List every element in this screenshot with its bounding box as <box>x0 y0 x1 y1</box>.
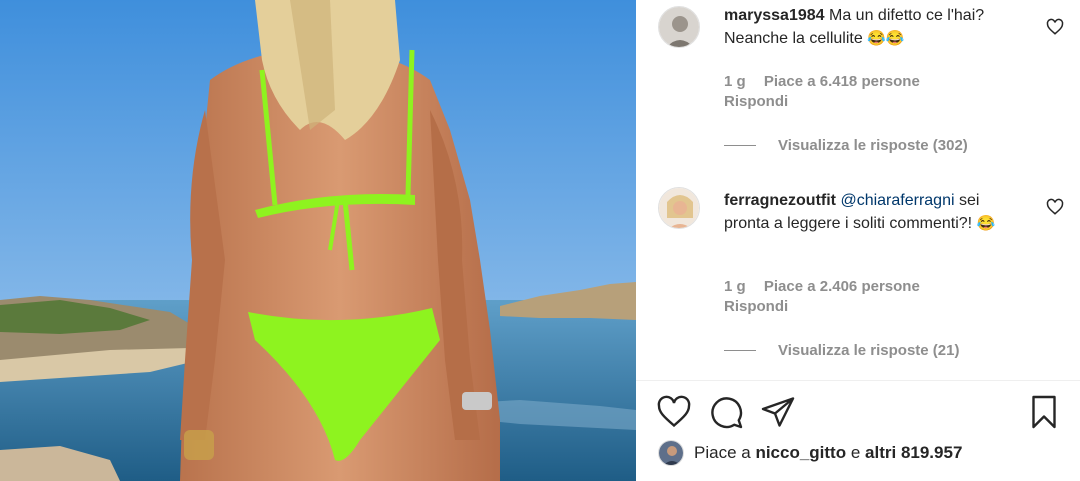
beach-photo-illustration <box>0 0 636 481</box>
heart-icon[interactable] <box>656 394 692 430</box>
view-replies-label: Visualizza le risposte (21) <box>778 342 960 359</box>
comments-panel: maryssa1984 Ma un difetto ce l'hai? Nean… <box>636 0 1080 481</box>
emoji-laugh-icon: 😂 <box>976 215 996 232</box>
comment-icon[interactable] <box>708 394 744 430</box>
user-avatar-icon <box>659 441 683 465</box>
view-replies-label: Visualizza le risposte (302) <box>778 137 968 154</box>
likes-connector: e <box>850 443 861 462</box>
comment-meta: 1 g Piace a 2.406 persone <box>724 278 934 295</box>
avatar[interactable] <box>658 6 700 48</box>
heart-icon[interactable] <box>1046 18 1064 36</box>
comment-username[interactable]: maryssa1984 <box>724 7 825 24</box>
emoji-laugh-icon: 😂😂 <box>867 30 905 47</box>
section-divider <box>636 380 1080 381</box>
likes-user[interactable]: nicco_gitto <box>755 443 846 463</box>
comment-likes[interactable]: Piace a 6.418 persone <box>764 73 920 90</box>
reply-button[interactable]: Rispondi <box>724 298 788 315</box>
divider-line <box>724 350 756 351</box>
paper-plane-icon[interactable] <box>760 394 796 430</box>
view-replies-button[interactable]: Visualizza le risposte (302) <box>724 137 968 154</box>
view-replies-button[interactable]: Visualizza le risposte (21) <box>724 342 959 359</box>
heart-icon[interactable] <box>1046 198 1064 216</box>
divider-line <box>724 145 756 146</box>
user-avatar-icon <box>659 188 699 228</box>
comment-mention[interactable]: @chiaraferragni <box>840 192 954 209</box>
comment-username[interactable]: ferragnezoutfit <box>724 192 836 209</box>
avatar[interactable] <box>658 187 700 229</box>
comment-meta: 1 g Piace a 6.418 persone <box>724 73 934 90</box>
likes-others[interactable]: altri 819.957 <box>865 443 962 463</box>
post-photo[interactable] <box>0 0 636 481</box>
comment-text: ferragnezoutfit @chiaraferragni sei pron… <box>724 189 1024 235</box>
comment-age: 1 g <box>724 73 746 90</box>
bookmark-icon[interactable] <box>1026 394 1062 430</box>
post-actions <box>636 394 1080 434</box>
likes-summary: Piace a nicco_gitto e altri 819.957 <box>658 440 962 466</box>
comment-age: 1 g <box>724 278 746 295</box>
comment-text: maryssa1984 Ma un difetto ce l'hai? Nean… <box>724 4 1024 50</box>
comment-likes[interactable]: Piace a 2.406 persone <box>764 278 920 295</box>
likes-prefix: Piace a <box>694 443 751 462</box>
reply-button[interactable]: Rispondi <box>724 93 788 110</box>
user-avatar-icon <box>659 7 699 47</box>
avatar[interactable] <box>658 440 684 466</box>
